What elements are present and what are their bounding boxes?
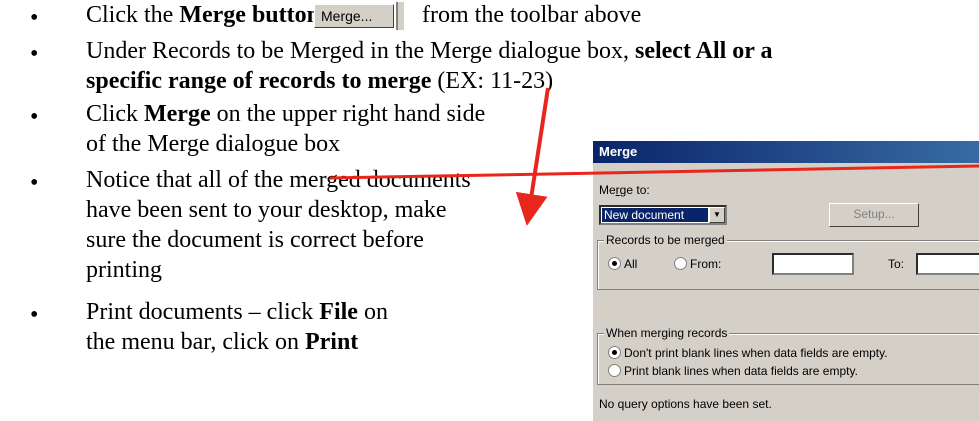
radio-print-label: Print blank lines when data fields are e…: [624, 364, 858, 378]
step-3-post: on the upper right hand side: [210, 101, 486, 127]
radio-dont-print-icon: [608, 346, 621, 359]
arrow-to-combo: [515, 87, 550, 226]
step-5-post: on: [357, 299, 388, 325]
when-merging-group: When merging records Don't print blank l…: [597, 326, 979, 385]
step-2-line2-post: (EX: 11-23): [431, 68, 554, 94]
step-2-line-2: specific range of records to merge (EX: …: [86, 67, 553, 96]
step-5-line2-bold: Print: [304, 329, 359, 355]
step-4-line-3: sure the document is correct before: [86, 227, 424, 253]
dialog-title: Merge: [593, 141, 979, 163]
records-group-label: Records to be merged: [604, 233, 727, 247]
from-input[interactable]: [772, 253, 854, 275]
radio-all[interactable]: All: [608, 257, 637, 271]
radio-from[interactable]: From:: [674, 257, 721, 271]
radio-all-icon: [608, 257, 621, 270]
bullet-1: •: [30, 5, 39, 31]
radio-print[interactable]: Print blank lines when data fields are e…: [608, 364, 858, 378]
step-5-line2-pre: the menu bar, click on: [86, 329, 305, 355]
merge-to-label: Merge to:: [599, 183, 650, 197]
step-2-line2-bold: specific range of records to merge: [86, 68, 432, 94]
bullet-5: •: [30, 302, 39, 328]
step-3-bold: Merge: [144, 101, 211, 127]
step-3-line-2: of the Merge dialogue box: [86, 131, 341, 157]
step-2-bold: select All or a: [634, 38, 773, 64]
merge-dialog: Merge Merge to: New document ▼ Setup... …: [592, 140, 979, 421]
step-4-line-1: Notice that all of the merged documents: [86, 167, 471, 193]
radio-dont-print-label: Don't print blank lines when data fields…: [624, 346, 888, 360]
step-3-pre: Click: [86, 101, 144, 127]
to-input[interactable]: [916, 253, 979, 275]
radio-print-icon: [608, 364, 621, 377]
when-merging-label: When merging records: [604, 326, 730, 340]
step-1-bold: Merge button: [179, 2, 320, 28]
step-3-line-1: Click Merge on the upper right hand side: [86, 100, 485, 129]
bullet-3: •: [30, 104, 39, 130]
step-5-pre: Print documents – click: [86, 299, 320, 325]
merge-toolbar-button-image: Merge...: [314, 4, 394, 28]
to-label: To:: [888, 257, 905, 271]
bullet-2: •: [30, 41, 39, 67]
step-2-pre: Under Records to be Merged in the Merge …: [86, 38, 635, 64]
step-5-bold: File: [319, 299, 358, 325]
step-5-line-1: Print documents – click File on: [86, 298, 388, 327]
merge-to-value: New document: [602, 208, 708, 222]
records-group: Records to be merged All From: To:: [597, 233, 979, 290]
merge-toolbar-button-label: Merge...: [321, 8, 373, 24]
step-2-line-1: Under Records to be Merged in the Merge …: [86, 37, 773, 66]
step-1-pre: Click the: [86, 2, 180, 28]
setup-button[interactable]: Setup...: [829, 203, 919, 227]
chevron-down-icon[interactable]: ▼: [709, 207, 725, 223]
query-status: No query options have been set.: [599, 397, 772, 411]
radio-all-label: All: [624, 257, 638, 271]
radio-from-label: From:: [690, 257, 722, 271]
step-1-post: from the toolbar above: [422, 2, 642, 28]
radio-from-icon: [674, 257, 687, 270]
step-4-line-4: printing: [86, 257, 162, 283]
bullet-4: •: [30, 170, 39, 196]
toolbar-edge: [396, 2, 406, 30]
step-1-text: Click the Merge button: [86, 1, 320, 30]
merge-to-dropdown[interactable]: New document ▼: [599, 205, 727, 225]
step-4-line-2: have been sent to your desktop, make: [86, 197, 447, 223]
step-5-line-2: the menu bar, click on Print: [86, 328, 358, 357]
radio-dont-print[interactable]: Don't print blank lines when data fields…: [608, 346, 888, 360]
